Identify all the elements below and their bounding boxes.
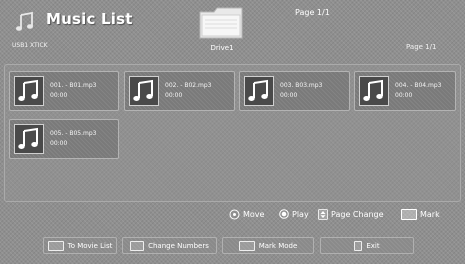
page-indicator-top: Page 1/1 bbox=[295, 8, 330, 17]
mark-hint: Mark bbox=[401, 209, 440, 220]
green-key-icon bbox=[130, 240, 145, 251]
file-item-5[interactable]: 005. - B05.mp3 00:00 bbox=[9, 119, 119, 159]
red-key-icon bbox=[47, 240, 64, 251]
to-movie-list-button[interactable]: To Movie List bbox=[43, 237, 117, 254]
move-hint: Move bbox=[229, 209, 264, 220]
key-hints: Move Play Page Change Mark bbox=[0, 209, 465, 223]
folder-label: Drive1 bbox=[210, 44, 234, 52]
play-hint-label: Play bbox=[292, 209, 309, 219]
music-file-icon bbox=[14, 76, 44, 106]
file-name: 003. B03.mp3 bbox=[280, 82, 323, 89]
mark-key-icon bbox=[401, 209, 417, 220]
device-usage-label: USB1 XTICK bbox=[12, 42, 48, 49]
move-hint-label: Move bbox=[243, 210, 265, 219]
music-notes-icon bbox=[16, 11, 33, 31]
music-file-icon bbox=[244, 76, 274, 106]
mark-mode-button[interactable]: Mark Mode bbox=[222, 237, 314, 254]
change-numbers-button[interactable]: Change Numbers bbox=[122, 237, 217, 254]
file-list-panel: 001. - B01.mp3 00:00 002. - B02.mp3 00:0… bbox=[4, 64, 461, 202]
header: Music List USB1 XTICK Drive1 Page 1/1 Pa… bbox=[0, 0, 465, 64]
file-duration: 00:00 bbox=[165, 92, 183, 99]
file-item-1[interactable]: 001. - B01.mp3 00:00 bbox=[9, 71, 119, 111]
channel-up-down-icon bbox=[318, 209, 328, 220]
file-duration: 00:00 bbox=[50, 92, 68, 99]
exit-label: Exit bbox=[366, 241, 380, 250]
page-change-hint: Page Change bbox=[318, 209, 384, 220]
folder-icon[interactable] bbox=[198, 4, 244, 40]
music-file-icon bbox=[129, 76, 159, 106]
file-item-2[interactable]: 002. - B02.mp3 00:00 bbox=[124, 71, 235, 111]
mark-mode-label: Mark Mode bbox=[258, 241, 298, 250]
file-duration: 00:00 bbox=[50, 140, 68, 147]
bottom-button-bar: To Movie List Change Numbers Mark Mode E… bbox=[0, 233, 465, 259]
file-name: 005. - B05.mp3 bbox=[50, 130, 97, 137]
navigation-arrows-icon bbox=[229, 209, 240, 220]
file-name: 001. - B01.mp3 bbox=[50, 82, 97, 89]
change-numbers-label: Change Numbers bbox=[148, 241, 209, 250]
page-title: Music List bbox=[46, 10, 133, 28]
blue-key-icon bbox=[354, 240, 363, 251]
page-indicator: Page 1/1 bbox=[406, 43, 437, 51]
yellow-key-icon bbox=[238, 240, 255, 251]
ok-button-icon bbox=[279, 209, 289, 219]
file-item-3[interactable]: 003. B03.mp3 00:00 bbox=[239, 71, 350, 111]
music-file-icon bbox=[14, 124, 44, 154]
file-name: 004. - B04.mp3 bbox=[395, 82, 442, 89]
page-change-hint-label: Page Change bbox=[331, 210, 384, 219]
file-duration: 00:00 bbox=[280, 92, 298, 99]
to-movie-list-label: To Movie List bbox=[67, 241, 113, 250]
play-hint: Play bbox=[279, 209, 309, 219]
file-item-4[interactable]: 004. - B04.mp3 00:00 bbox=[354, 71, 456, 111]
file-name: 002. - B02.mp3 bbox=[165, 82, 212, 89]
exit-button[interactable]: Exit bbox=[320, 237, 414, 254]
file-duration: 00:00 bbox=[395, 92, 413, 99]
mark-hint-label: Mark bbox=[420, 210, 440, 219]
music-file-icon bbox=[359, 76, 389, 106]
